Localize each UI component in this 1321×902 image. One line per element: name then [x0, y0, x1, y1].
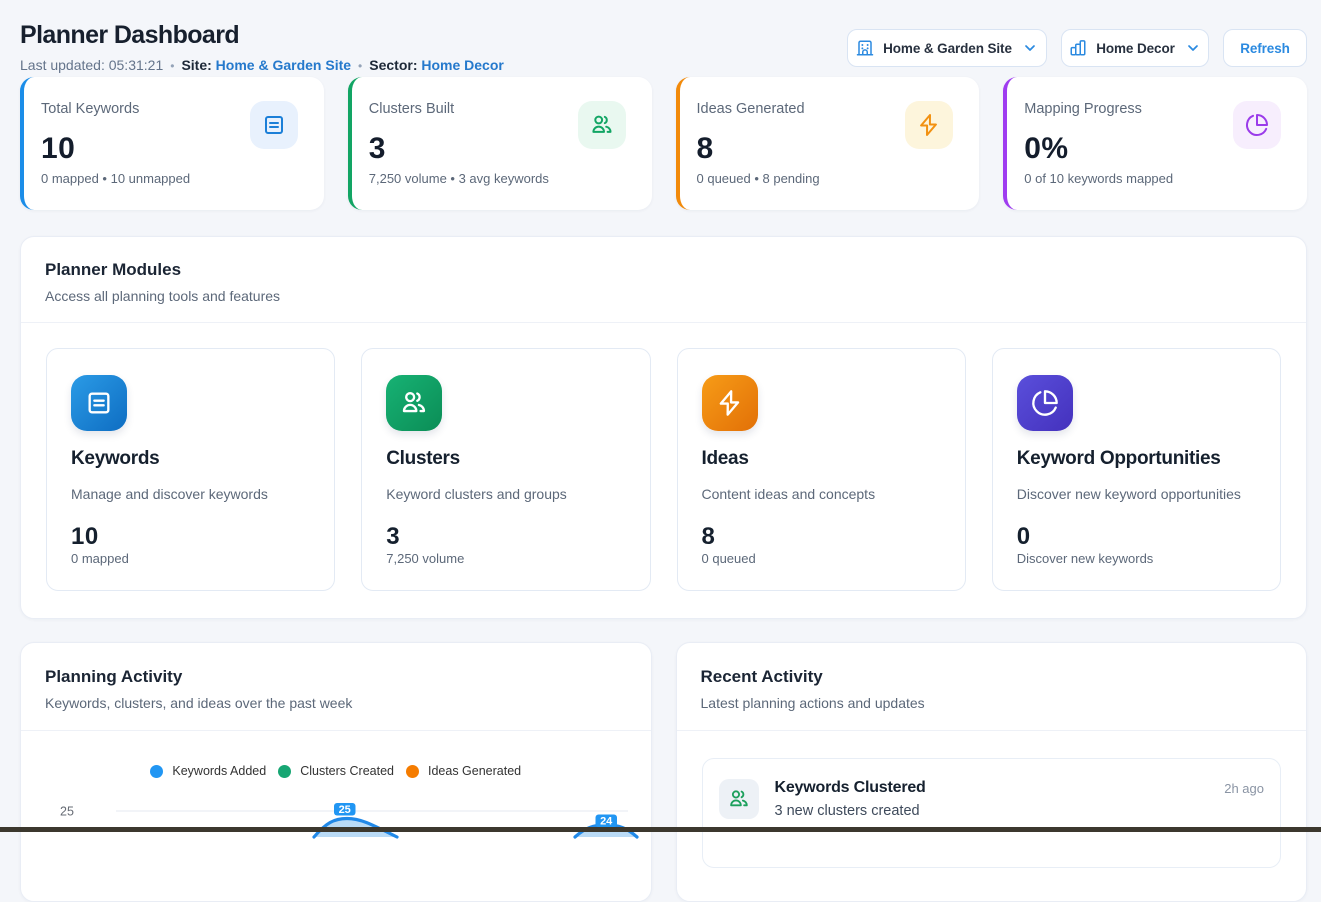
- svg-text:24: 24: [600, 816, 613, 828]
- svg-text:25: 25: [339, 804, 351, 816]
- svg-text:25: 25: [60, 805, 74, 819]
